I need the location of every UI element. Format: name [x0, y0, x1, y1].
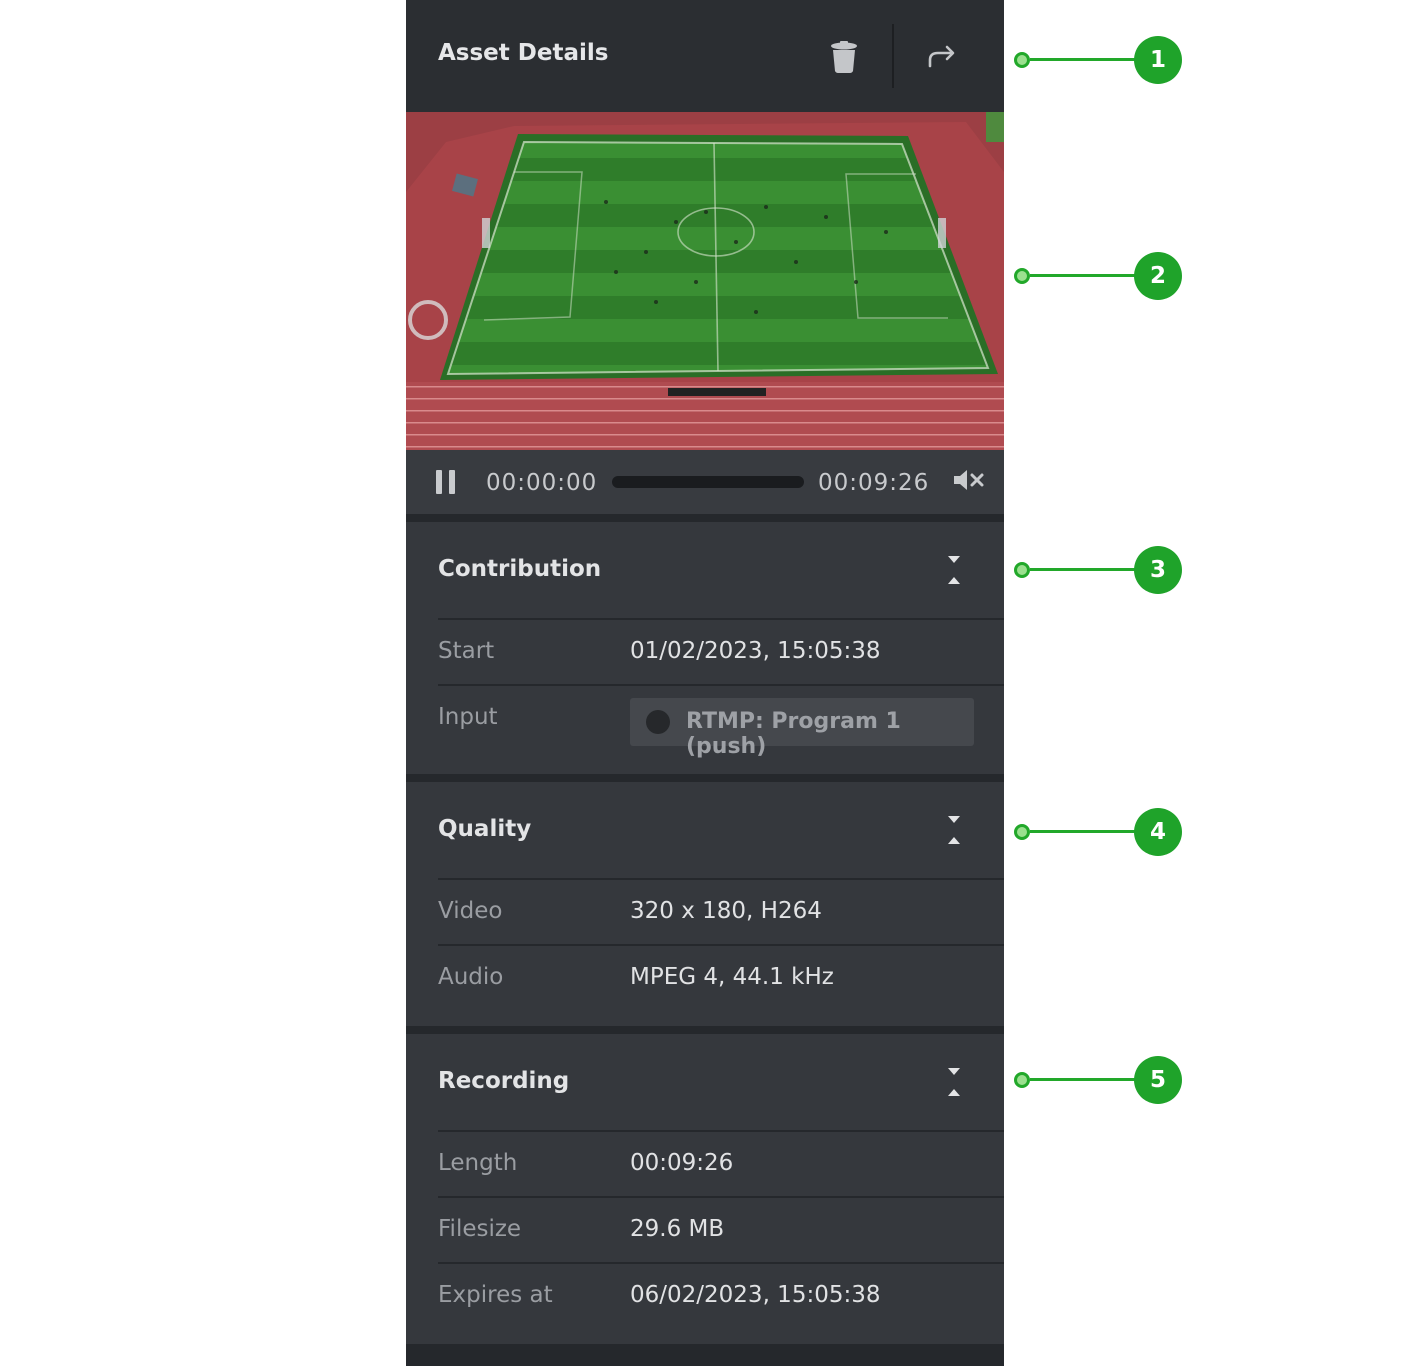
callout-marker: 5: [1012, 1056, 1184, 1104]
callout-number: 5: [1134, 1056, 1182, 1104]
callout-pin: [1014, 268, 1030, 284]
row-label-filesize: Filesize: [438, 1216, 522, 1242]
input-source-label: RTMP: Program 1 (push): [686, 709, 901, 759]
callout-line: [1030, 830, 1142, 833]
callout-number: 1: [1134, 36, 1182, 84]
row-divider: [438, 1262, 1004, 1264]
section-divider: [438, 618, 1004, 620]
recording-section: Recording Length 00:09:26 Filesize 29.6 …: [406, 1034, 1004, 1344]
page-title: Asset Details: [438, 40, 609, 66]
callout-marker: 4: [1012, 808, 1184, 856]
trash-icon[interactable]: [826, 40, 862, 74]
section-title: Contribution: [438, 556, 602, 582]
row-value-audio: MPEG 4, 44.1 kHz: [630, 964, 834, 990]
asset-details-panel: Asset Details 00:00:00 00:09:26 Contribu…: [406, 0, 1004, 1366]
row-divider: [438, 684, 1004, 686]
row-value-start: 01/02/2023, 15:05:38: [630, 638, 881, 664]
status-dot-icon: [646, 710, 670, 734]
row-divider: [438, 944, 1004, 946]
quality-section: Quality Video 320 x 180, H264 Audio MPEG…: [406, 782, 1004, 1026]
row-value-length: 00:09:26: [630, 1150, 734, 1176]
row-value-expires: 06/02/2023, 15:05:38: [630, 1282, 881, 1308]
header-divider: [892, 24, 894, 88]
seek-bar[interactable]: [612, 476, 804, 488]
callout-number: 4: [1134, 808, 1182, 856]
share-arrow-icon[interactable]: [924, 40, 960, 74]
pause-icon[interactable]: [436, 470, 458, 494]
callout-number: 2: [1134, 252, 1182, 300]
player-controls: 00:00:00 00:09:26: [406, 450, 1004, 514]
row-label-length: Length: [438, 1150, 518, 1176]
row-value-video: 320 x 180, H264: [630, 898, 822, 924]
callout-marker: 2: [1012, 252, 1184, 300]
row-label-video: Video: [438, 898, 503, 924]
current-time: 00:00:00: [486, 470, 598, 496]
callout-marker: 3: [1012, 546, 1184, 594]
collapse-toggle-icon[interactable]: [942, 1066, 966, 1098]
callout-line: [1030, 58, 1142, 61]
callout-pin: [1014, 562, 1030, 578]
collapse-toggle-icon[interactable]: [942, 814, 966, 846]
row-label-input: Input: [438, 704, 498, 730]
row-divider: [438, 1196, 1004, 1198]
section-title: Recording: [438, 1068, 570, 1094]
callout-marker: 1: [1012, 36, 1184, 84]
callout-line: [1030, 1078, 1142, 1081]
callout-line: [1030, 568, 1142, 571]
contribution-section: Contribution Start 01/02/2023, 15:05:38 …: [406, 522, 1004, 774]
panel-header: Asset Details: [406, 0, 1004, 112]
callout-line: [1030, 274, 1142, 277]
section-title: Quality: [438, 816, 532, 842]
callout-pin: [1014, 1072, 1030, 1088]
video-preview[interactable]: [406, 112, 1004, 450]
row-value-filesize: 29.6 MB: [630, 1216, 725, 1242]
callout-pin: [1014, 52, 1030, 68]
section-divider: [438, 878, 1004, 880]
section-divider: [438, 1130, 1004, 1132]
row-label-expires: Expires at: [438, 1282, 553, 1308]
callout-number: 3: [1134, 546, 1182, 594]
row-label-audio: Audio: [438, 964, 504, 990]
total-time: 00:09:26: [818, 470, 930, 496]
mute-icon[interactable]: [952, 466, 986, 494]
callout-pin: [1014, 824, 1030, 840]
input-source-chip[interactable]: RTMP: Program 1 (push): [630, 698, 974, 759]
row-label-start: Start: [438, 638, 495, 664]
collapse-toggle-icon[interactable]: [942, 554, 966, 586]
